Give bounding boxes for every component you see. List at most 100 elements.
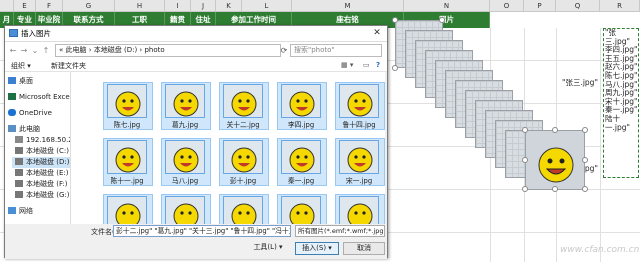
file-item[interactable]	[103, 194, 153, 224]
photo-thumbnail	[165, 84, 205, 118]
column-header-g[interactable]: G	[63, 0, 115, 12]
nav-item-drive-c[interactable]: 本地磁盘 (C:)	[15, 146, 69, 157]
nav-item-excel[interactable]: Microsoft Excel	[8, 92, 71, 103]
filetype-select[interactable]: 所有图片(*.emf;*.wmf;*.jpg;*.j	[295, 225, 385, 237]
file-item[interactable]	[335, 194, 385, 224]
nav-item-network[interactable]: 网络	[8, 206, 33, 217]
cancel-button[interactable]: 取消	[343, 242, 385, 255]
organize-menu[interactable]: 组织 ▾	[11, 61, 31, 71]
preview-pane-icon[interactable]: ▭	[363, 61, 370, 69]
nav-item-drive-e[interactable]: 本地磁盘 (E:)	[15, 168, 68, 179]
file-item[interactable]: 关十二.jpg	[219, 82, 269, 130]
resize-handle[interactable]	[392, 17, 398, 23]
file-item[interactable]: 陈十一.jpg	[103, 138, 153, 186]
nav-label: Microsoft Excel	[19, 93, 71, 101]
smiley-icon	[173, 203, 199, 224]
column-header-row[interactable]	[0, 0, 14, 12]
column-header-m[interactable]: M	[292, 0, 404, 12]
search-input[interactable]: 搜索"photo"	[290, 44, 382, 57]
nav-item-network-drive[interactable]: 192.168.50.208	[15, 135, 70, 146]
file-item[interactable]: 马八.jpg	[161, 138, 211, 186]
file-item[interactable]	[161, 194, 211, 224]
nav-item-this-pc[interactable]: 此电脑	[8, 124, 40, 135]
inserted-image-stack[interactable]	[392, 10, 595, 192]
new-folder-button[interactable]: 新建文件夹	[51, 61, 86, 71]
smiley-icon	[347, 91, 373, 117]
column-header-h[interactable]: H	[115, 0, 165, 12]
resize-handle[interactable]	[522, 157, 528, 163]
nav-label: 本地磁盘 (E:)	[26, 169, 69, 177]
resize-handle[interactable]	[552, 127, 558, 133]
list-item: 一.jpg"	[605, 122, 630, 132]
resize-handle[interactable]	[439, 17, 445, 23]
back-arrow-icon[interactable]: ←	[8, 45, 18, 57]
tools-menu[interactable]: 工具(L) ▾	[251, 242, 285, 255]
column-header-r[interactable]: R	[600, 0, 640, 12]
column-header-k[interactable]: K	[216, 0, 242, 12]
resize-handle[interactable]	[582, 157, 588, 163]
dialog-footer: 文件名(N): 彭十二.jpg" "葛九.jpg" "关十三.jpg" "鲁十四…	[5, 224, 387, 259]
file-item[interactable]: 彭十.jpg	[219, 138, 269, 186]
address-bar-row: ← → ⌄ ↑ « 此电脑 › 本地磁盘 (D:) › photo ⟳ 搜索"p…	[5, 41, 387, 59]
nav-item-desktop[interactable]: 桌面	[8, 76, 33, 87]
resize-handle[interactable]	[582, 186, 588, 192]
file-item[interactable]: 秦一.jpg	[277, 138, 327, 186]
file-item[interactable]: 葛九.jpg	[161, 82, 211, 130]
smiley-icon	[289, 91, 315, 117]
inserted-image-top[interactable]	[525, 130, 585, 190]
file-item[interactable]: 李四.jpg	[277, 82, 327, 130]
filename-field[interactable]: 彭十二.jpg" "葛九.jpg" "关十三.jpg" "鲁十四.jpg" "冯…	[113, 225, 291, 237]
nav-item-drive-f[interactable]: 本地磁盘 (F:)	[15, 179, 68, 190]
watermark: www.cfan.com.cn	[560, 245, 640, 255]
photo-thumbnail	[107, 196, 147, 224]
close-button[interactable]: ✕	[370, 27, 384, 39]
insert-picture-dialog[interactable]: 插入图片 ✕ ← → ⌄ ↑ « 此电脑 › 本地磁盘 (D:) › photo…	[4, 25, 388, 259]
column-header-e[interactable]: E	[14, 0, 36, 12]
nav-item-drive-g[interactable]: 本地磁盘 (G:)	[15, 190, 69, 201]
smiley-icon	[231, 147, 257, 173]
file-item[interactable]: 陈七.jpg	[103, 82, 153, 130]
nav-item-drive-d[interactable]: 本地磁盘 (D:)	[12, 157, 70, 168]
file-name: 彭十.jpg	[229, 177, 257, 185]
chevron-down-icon[interactable]: ▾	[326, 244, 332, 252]
up-arrow-icon[interactable]: ↑	[41, 45, 51, 57]
photo-thumbnail	[223, 140, 263, 174]
resize-handle[interactable]	[582, 127, 588, 133]
col-line	[600, 28, 601, 262]
file-item[interactable]	[219, 194, 269, 224]
file-item[interactable]: 宋一.jpg	[335, 138, 385, 186]
column-header-j[interactable]: J	[191, 0, 216, 12]
view-options-icon[interactable]: ▦ ▾	[341, 61, 353, 69]
smiley-icon	[115, 147, 141, 173]
column-header-i[interactable]: I	[165, 0, 191, 12]
forward-arrow-icon[interactable]: →	[19, 45, 29, 57]
file-item[interactable]	[277, 194, 327, 224]
desktop-icon	[8, 77, 16, 84]
nav-label: 本地磁盘 (G:)	[26, 191, 70, 199]
file-item[interactable]: 鲁十四.jpg	[335, 82, 385, 130]
photo-thumbnail	[281, 140, 321, 174]
column-header-l[interactable]: L	[242, 0, 292, 12]
dialog-titlebar[interactable]: 插入图片 ✕	[5, 26, 387, 41]
nav-item-onedrive[interactable]: OneDrive	[8, 108, 52, 119]
photo-thumbnail	[107, 140, 147, 174]
column-header-f[interactable]: F	[36, 0, 63, 12]
resize-handle[interactable]	[522, 186, 528, 192]
chevron-down-icon[interactable]: ⌄	[30, 45, 40, 57]
refresh-icon[interactable]: ⟳	[279, 45, 289, 57]
name-list-cells[interactable]: "张三.jpg" 李四.jpg" 王五.jpg" 赵六.jpg" 陈七.jpg"…	[603, 28, 639, 178]
help-icon[interactable]: ?	[376, 61, 380, 69]
file-name: 鲁十四.jpg	[342, 121, 376, 129]
drive-icon	[15, 158, 23, 165]
insert-label: 插入(S)	[302, 244, 327, 252]
smiley-icon	[289, 147, 315, 173]
resize-handle[interactable]	[392, 65, 398, 71]
photo-thumbnail	[339, 84, 379, 118]
resize-handle[interactable]	[522, 127, 528, 133]
picture-icon	[9, 29, 18, 37]
resize-handle[interactable]	[552, 186, 558, 192]
drive-icon	[15, 180, 23, 187]
file-name: 马八.jpg	[171, 177, 199, 185]
breadcrumb[interactable]: « 此电脑 › 本地磁盘 (D:) › photo	[55, 44, 281, 57]
insert-button[interactable]: 插入(S) ▾	[295, 242, 339, 255]
